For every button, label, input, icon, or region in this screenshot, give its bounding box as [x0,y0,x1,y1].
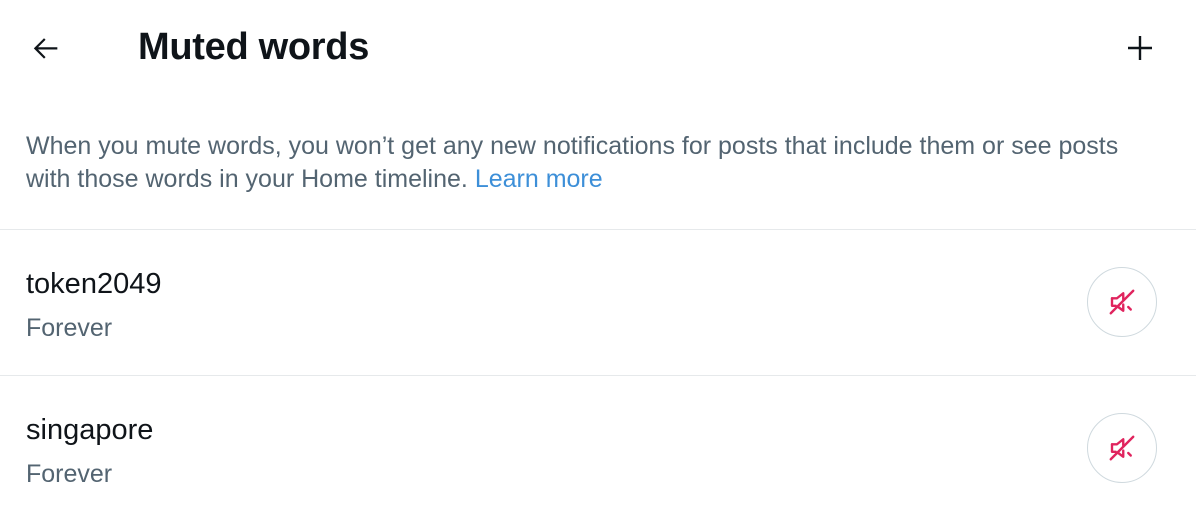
muted-word: singapore [26,414,154,446]
mute-duration: Forever [26,460,113,488]
muted-words-description: When you mute words, you won’t get any n… [26,130,1166,196]
plus-icon [1128,36,1152,60]
unmute-speaker-icon [1109,289,1135,315]
page-header: Muted words [0,0,1196,96]
unmute-button[interactable] [1087,267,1157,337]
learn-more-link[interactable]: Learn more [475,165,603,193]
muted-word: token2049 [26,268,162,300]
back-button[interactable] [22,26,70,70]
unmute-speaker-icon [1109,435,1135,461]
add-muted-word-button[interactable] [1116,24,1164,72]
mute-duration: Forever [26,314,113,342]
muted-word-row[interactable]: token2049 Forever [0,230,1196,376]
muted-word-row[interactable]: singapore Forever [0,376,1196,522]
page-title: Muted words [138,26,370,68]
unmute-button[interactable] [1087,413,1157,483]
arrow-left-icon [33,38,58,59]
